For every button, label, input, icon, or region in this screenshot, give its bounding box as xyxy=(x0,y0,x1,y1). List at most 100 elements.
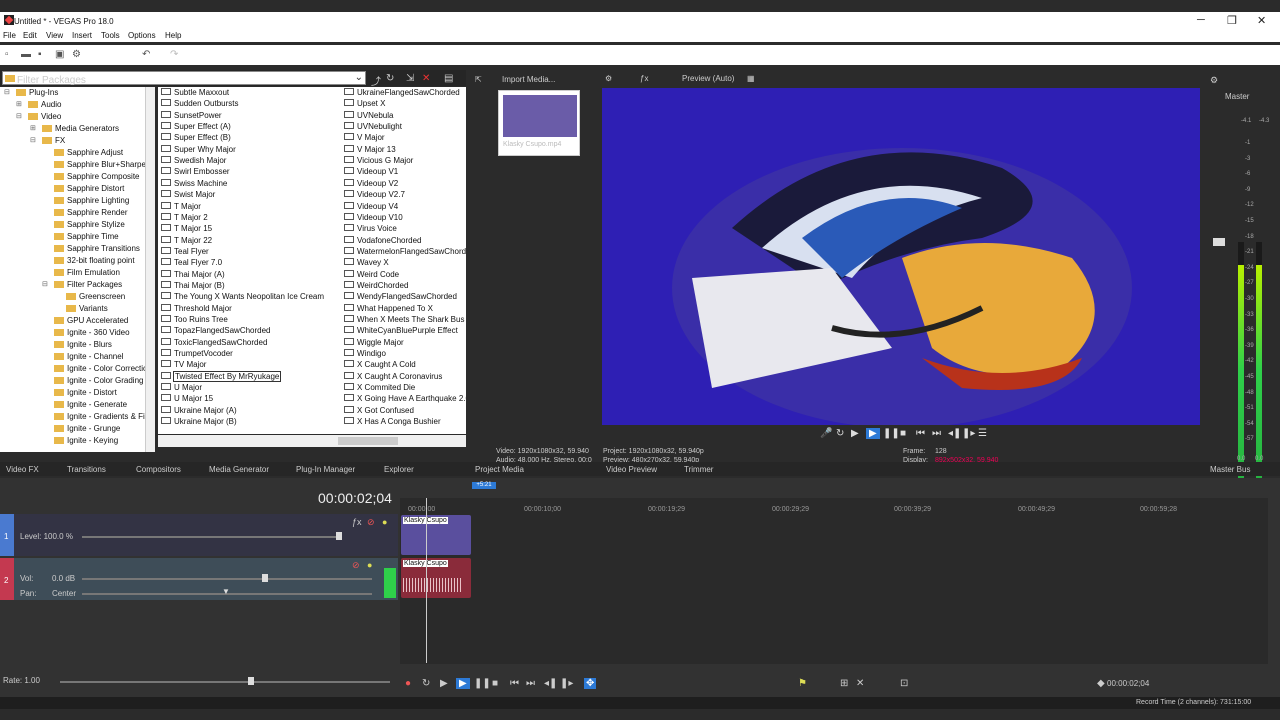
fx-item[interactable]: Videoup V2 xyxy=(344,179,398,190)
menu-view[interactable]: View xyxy=(46,31,63,40)
tree-item[interactable]: Sapphire Transitions xyxy=(54,244,140,255)
play-button[interactable]: ▶ xyxy=(866,428,880,439)
tab-project-media[interactable]: Project Media xyxy=(475,465,524,474)
tab-video-preview[interactable]: Video Preview xyxy=(606,465,657,474)
fx-item[interactable]: Thai Major (B) xyxy=(161,281,225,292)
fx-item[interactable]: Super Effect (B) xyxy=(161,133,231,144)
solo-icon[interactable]: ● xyxy=(382,517,387,527)
fx-item[interactable]: V Major 13 xyxy=(344,145,396,156)
fx-item[interactable]: Ukraine Major (B) xyxy=(161,417,237,428)
fx-item[interactable]: WeirdChorded xyxy=(344,281,408,292)
tree-item[interactable]: Sapphire Composite xyxy=(54,172,139,183)
explorer-path-dropdown[interactable]: Filter Packages ⌄ xyxy=(2,71,366,86)
tab-video-fx[interactable]: Video FX xyxy=(6,465,39,474)
save-icon[interactable]: ▪ xyxy=(38,49,42,60)
fx-icon[interactable]: ƒx xyxy=(640,74,648,83)
go-start-icon[interactable]: ⏮ xyxy=(510,678,519,689)
expand-icon[interactable]: ⊟ xyxy=(4,88,10,96)
fx-item[interactable]: T Major 15 xyxy=(161,224,212,235)
go-end-icon[interactable]: ⏭ xyxy=(932,428,941,439)
go-start-icon[interactable]: ⏮ xyxy=(916,428,925,439)
play-from-start-icon[interactable]: ▶ xyxy=(440,678,448,689)
restore-button[interactable]: ❐ xyxy=(1227,14,1237,27)
expand-icon[interactable]: ⊞ xyxy=(30,124,36,132)
pan-slider-knob[interactable]: ▼ xyxy=(222,587,230,596)
tree-item[interactable]: Sapphire Time xyxy=(54,232,119,243)
menu-tools[interactable]: Tools xyxy=(101,31,120,40)
fx-item[interactable]: Subtle Maxxout xyxy=(161,88,229,99)
menu-options[interactable]: Options xyxy=(128,31,156,40)
tree-item[interactable]: Film Emulation xyxy=(54,268,120,279)
volume-slider-knob[interactable] xyxy=(262,574,268,582)
fx-item[interactable]: T Major 22 xyxy=(161,236,212,247)
fx-item[interactable]: V Major xyxy=(344,133,385,144)
close-button[interactable]: ✕ xyxy=(1257,14,1266,27)
fx-item[interactable]: X Got Confused xyxy=(344,406,414,417)
play-from-start-icon[interactable]: ▶ xyxy=(851,428,859,439)
fx-item[interactable]: X Caught A Coronavirus xyxy=(344,372,442,383)
fx-item[interactable]: U Major xyxy=(161,383,202,394)
refresh-icon[interactable]: ↻ xyxy=(386,73,394,84)
menu-edit[interactable]: Edit xyxy=(23,31,37,40)
delete-icon[interactable]: ✕ xyxy=(422,73,430,84)
tree-item[interactable]: Ignite - Blurs xyxy=(54,340,112,351)
fx-item[interactable]: ToxicFlangedSawChorded xyxy=(161,338,267,349)
tree-item[interactable]: ⊟ FX xyxy=(30,136,65,147)
fx-item[interactable]: UVNebula xyxy=(344,111,393,122)
fx-item[interactable]: SunsetPower xyxy=(161,111,222,122)
tab-trimmer[interactable]: Trimmer xyxy=(684,465,713,474)
fx-item[interactable]: What Happened To X xyxy=(344,304,433,315)
tree-item[interactable]: Ignite - Keying xyxy=(54,436,118,447)
scroll-thumb[interactable] xyxy=(338,437,398,445)
undo-icon[interactable]: ↶ xyxy=(142,49,150,60)
tab-compositors[interactable]: Compositors xyxy=(136,465,181,474)
grid-icon[interactable]: ▦ xyxy=(747,74,755,83)
rate-slider[interactable] xyxy=(60,681,390,683)
fx-item[interactable]: Videoup V1 xyxy=(344,167,398,178)
preview-quality[interactable]: Preview (Auto) xyxy=(682,74,734,83)
fx-item[interactable]: Teal Flyer xyxy=(161,247,209,258)
tree-item[interactable]: Ignite - Color Grading xyxy=(54,376,143,387)
tree-item[interactable]: Ignite - Channel xyxy=(54,352,123,363)
fx-horizontal-scrollbar[interactable] xyxy=(158,435,466,447)
tree-item[interactable]: Sapphire Lighting xyxy=(54,196,129,207)
render-icon[interactable]: ▣ xyxy=(55,49,64,60)
up-folder-icon[interactable]: ⤴ xyxy=(371,73,381,88)
volume-slider[interactable] xyxy=(82,578,372,580)
fx-item[interactable]: Super Effect (A) xyxy=(161,122,231,133)
tree-item[interactable]: ⊟ Plug-Ins xyxy=(4,88,58,99)
fx-item[interactable]: Swist Major xyxy=(161,190,215,201)
fx-item[interactable]: Vicious G Major xyxy=(344,156,413,167)
media-thumbnail[interactable]: Klasky Csupo.mp4 xyxy=(498,90,580,156)
video-track-header[interactable]: 1 Level: 100.0 % ƒx ⊘ ● xyxy=(0,514,398,556)
tree-item[interactable]: Ignite - 360 Video xyxy=(54,328,130,339)
expand-icon[interactable]: ⊞ xyxy=(16,100,22,108)
menu-file[interactable]: File xyxy=(3,31,16,40)
import-media-button[interactable]: Import Media... xyxy=(502,75,555,84)
lock-icon[interactable]: ⊡ xyxy=(900,678,908,689)
loop-icon[interactable]: ↻ xyxy=(836,428,844,439)
audio-clip[interactable]: Klasky Csupo xyxy=(401,558,471,598)
fx-item[interactable]: The Young X Wants Neopolitan Ice Cream xyxy=(161,292,324,303)
tree-item[interactable]: Sapphire Adjust xyxy=(54,148,123,159)
fx-item[interactable]: Twisted Effect By MrRyukage xyxy=(161,370,282,383)
fx-item[interactable]: Sudden Outbursts xyxy=(161,99,238,110)
open-icon[interactable]: ▬ xyxy=(21,49,31,60)
menu-icon[interactable]: ☰ xyxy=(978,428,987,439)
tree-item[interactable]: Sapphire Stylize xyxy=(54,220,125,231)
level-slider-knob[interactable] xyxy=(336,532,342,540)
fx-item[interactable]: Ukraine Major (A) xyxy=(161,406,237,417)
fader-knob[interactable] xyxy=(1213,238,1225,246)
fx-item[interactable]: UkraineFlangedSawChorded xyxy=(344,88,460,99)
edit-tool-icon[interactable]: ✥ xyxy=(584,678,597,689)
tree-item[interactable]: Ignite - Generate xyxy=(54,400,127,411)
tab-media-generator[interactable]: Media Generator xyxy=(209,465,269,474)
fx-item[interactable]: WhiteCyanBluePurple Effect xyxy=(344,326,458,337)
tree-item[interactable]: ⊞ Audio xyxy=(16,100,61,111)
fx-item[interactable]: Threshold Major xyxy=(161,304,232,315)
fx-item[interactable]: X Going Have A Earthquake 2.0 xyxy=(344,394,466,405)
menu-help[interactable]: Help xyxy=(165,31,181,40)
settings-icon[interactable]: ⚙ xyxy=(72,49,81,60)
tree-item[interactable]: Sapphire Blur+Sharpen xyxy=(54,160,150,171)
fx-item[interactable]: WendyFlangedSawChorded xyxy=(344,292,457,303)
